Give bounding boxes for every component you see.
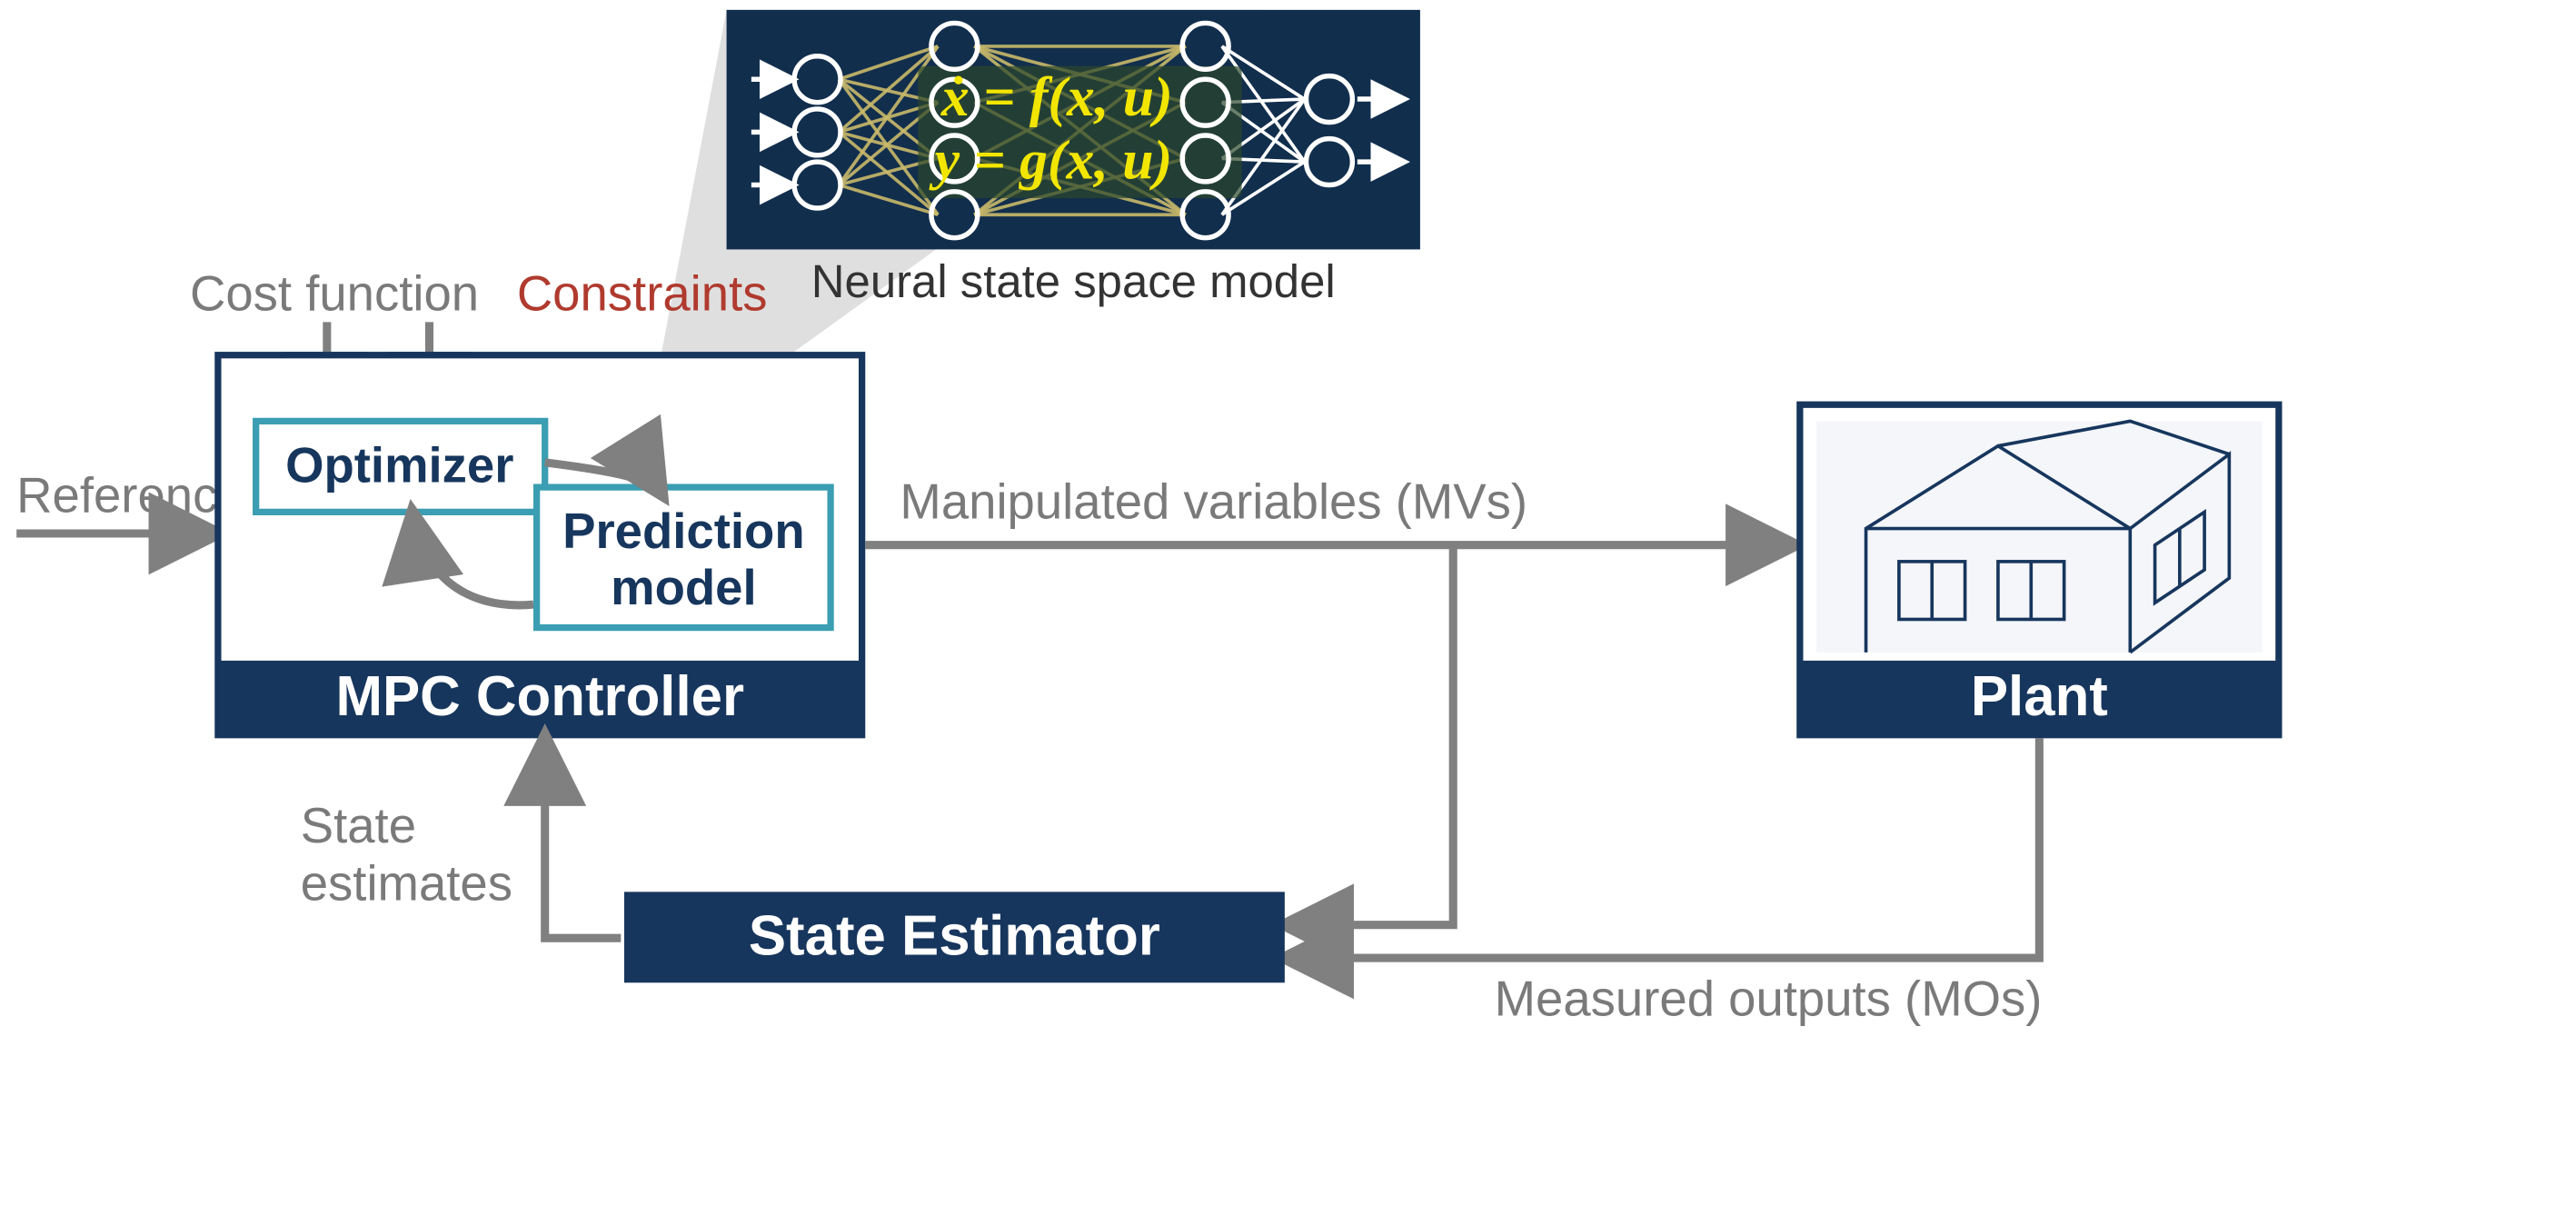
mvs-label: Manipulated variables (MVs) xyxy=(900,474,1527,530)
neural-state-space-inset: ẋ = f(x, u) y = g(x, u) xyxy=(727,10,1420,250)
prediction-model-label-2: model xyxy=(611,560,757,615)
state-estimator-title: State Estimator xyxy=(749,904,1160,967)
mpc-controller-title: MPC Controller xyxy=(335,665,744,728)
prediction-model-label-1: Prediction xyxy=(562,503,804,559)
mpc-controller-block: MPC Controller Optimizer Prediction mode… xyxy=(218,355,862,735)
state-estimates-label-2: estimates xyxy=(301,855,512,911)
mvs-to-estimator-arrow xyxy=(1288,545,1454,925)
reference-label: Reference xyxy=(16,467,244,523)
optimizer-label: Optimizer xyxy=(285,438,513,493)
plant-block: Plant xyxy=(1800,404,2279,734)
nn-equation-2: y = g(x, u) xyxy=(929,129,1173,191)
diagram-canvas: Reference Cost function Constraints MPC … xyxy=(0,0,2576,1206)
plant-house-icon xyxy=(1816,421,2263,652)
plant-title: Plant xyxy=(1971,665,2108,728)
cost-function-label: Cost function xyxy=(190,266,479,322)
constraints-label: Constraints xyxy=(517,266,768,322)
state-estimates-arrow xyxy=(545,740,622,938)
nn-equation-1: ẋ = f(x, u) xyxy=(940,66,1173,128)
nn-caption: Neural state space model xyxy=(811,255,1336,307)
mos-label: Measured outputs (MOs) xyxy=(1495,972,2043,1027)
state-estimates-label-1: State xyxy=(301,798,416,853)
